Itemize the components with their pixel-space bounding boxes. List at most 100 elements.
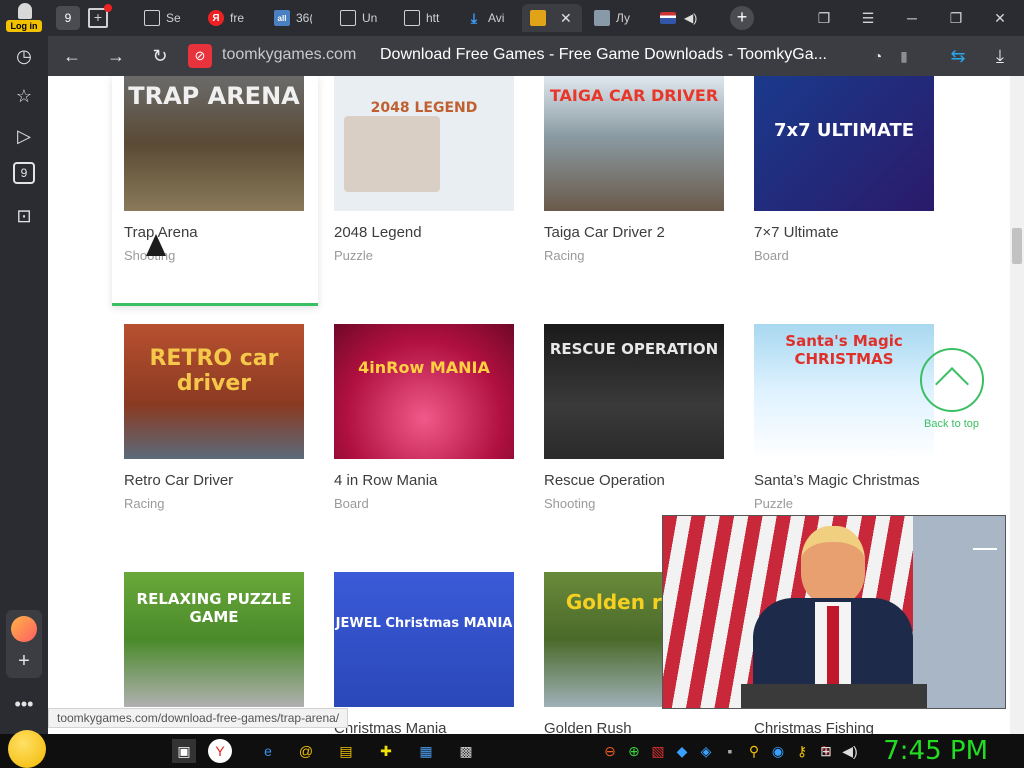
tab-counter[interactable]: 9 — [56, 6, 80, 30]
extension-icon[interactable]: ⇆ — [944, 42, 972, 70]
tab-active[interactable]: ✕ — [522, 4, 582, 32]
downloads-icon[interactable]: ⤓ — [986, 42, 1014, 70]
bookmark-icon[interactable]: ▮ — [890, 42, 918, 70]
alice-icon[interactable] — [11, 616, 37, 642]
game-icon — [530, 10, 546, 26]
game-title[interactable]: Santa’s Magic Christmas — [754, 472, 920, 489]
domain-label[interactable]: toomkygames.com — [222, 46, 356, 64]
sidebar-badge[interactable]: 9 — [13, 162, 35, 184]
tray-key-icon[interactable]: ⚷ — [790, 739, 814, 763]
game-title[interactable]: Rescue Operation — [544, 472, 665, 489]
taskbar-app-8[interactable]: ▩ — [454, 739, 478, 763]
history-icon[interactable]: ◷ — [10, 42, 38, 70]
protect-icon[interactable]: ◔ — [864, 42, 892, 70]
close-window-icon[interactable]: ✕ — [986, 4, 1014, 32]
ie-icon[interactable]: e — [256, 739, 280, 763]
close-tab-icon[interactable]: ✕ — [560, 10, 572, 27]
tray-stop-icon[interactable]: ⊖ — [598, 739, 622, 763]
speaker-figure — [753, 526, 913, 708]
restore-icon[interactable]: ❐ — [942, 4, 970, 32]
taskbar-clock[interactable]: 7:45 PM — [883, 734, 988, 768]
star-icon[interactable]: ☆ — [10, 82, 38, 110]
page-title[interactable]: Download Free Games - Free Game Download… — [380, 46, 827, 64]
audio-icon[interactable]: ◀) — [684, 11, 697, 25]
game-thumbnail[interactable]: 7x7 ULTIMATE — [754, 76, 934, 211]
tab-title: Se — [166, 11, 181, 25]
login-button[interactable]: Log in — [6, 3, 42, 33]
collections-icon[interactable]: ❐ — [810, 4, 838, 32]
game-thumbnail[interactable]: JEWEL Christmas MANIA — [334, 572, 514, 707]
tray-app-icon-3[interactable]: ◈ — [694, 739, 718, 763]
game-card[interactable]: Santa's Magic CHRISTMAS Santa’s Magic Ch… — [742, 324, 948, 524]
scrollbar-thumb[interactable] — [1012, 228, 1022, 264]
game-title[interactable]: Golden Rush — [544, 720, 632, 734]
start-smiley-icon[interactable] — [8, 730, 46, 768]
back-to-top-label[interactable]: Back to top — [924, 418, 979, 430]
game-title[interactable]: Christmas Mania — [334, 720, 447, 734]
new-tab-button[interactable]: + — [730, 6, 754, 30]
volume-icon[interactable]: ◀) — [838, 739, 862, 763]
reload-icon[interactable]: ↻ — [146, 42, 174, 70]
game-card[interactable]: TAIGA CAR DRIVER Taiga Car Driver 2 Raci… — [532, 76, 738, 306]
game-title[interactable]: 2048 Legend — [334, 224, 422, 241]
tab-title: 36( — [296, 11, 312, 25]
thumbnail-text: 7x7 ULTIMATE — [773, 120, 915, 141]
browser-sidebar: ◷ ☆ ▷ 9 ⊡ + ••• — [0, 36, 48, 734]
tray-app-icon-2[interactable]: ◆ — [670, 739, 694, 763]
yandex-browser-task-icon[interactable]: Y — [208, 739, 232, 763]
game-thumbnail[interactable]: RELAXING PUZZLE GAME — [124, 572, 304, 707]
game-thumbnail[interactable]: TAIGA CAR DRIVER — [544, 76, 724, 211]
tab-1[interactable]: Se — [144, 4, 196, 32]
forward-icon[interactable]: → — [102, 42, 130, 70]
game-card[interactable]: RESCUE OPERATION Rescue Operation Shooti… — [532, 324, 738, 524]
taskbar-app-1[interactable]: ▣ — [172, 739, 196, 763]
screenshot-icon[interactable]: ⊡ — [10, 202, 38, 230]
video-icon[interactable]: ▷ — [10, 122, 38, 150]
game-card[interactable]: RETRO car driver Retro Car Driver Racing — [112, 324, 318, 524]
add-app-icon[interactable]: + — [11, 648, 37, 674]
more-icon[interactable]: ••• — [10, 690, 38, 718]
network-icon[interactable]: ⊞ — [814, 739, 838, 763]
game-card[interactable]: 4inRow MANIA 4 in Row Mania Board — [322, 324, 528, 524]
back-to-top-button[interactable] — [920, 348, 984, 412]
security-warning-icon[interactable]: ⊘ — [188, 44, 212, 68]
game-title[interactable]: 4 in Row Mania — [334, 472, 437, 489]
tray-add-icon[interactable]: ⊕ — [622, 739, 646, 763]
tab-6[interactable]: ⤓ Avi — [466, 4, 518, 32]
tab-8[interactable]: Лу — [594, 4, 646, 32]
tray-app-icon-4[interactable]: ▪ — [718, 739, 742, 763]
game-category: Shooting — [544, 496, 596, 511]
taskbar-app-5[interactable]: ▤ — [334, 739, 358, 763]
game-thumbnail[interactable]: TRAP ARENA — [124, 76, 304, 211]
tab-4[interactable]: Un — [340, 4, 392, 32]
taskbar-app-7[interactable]: ▦ — [414, 739, 438, 763]
game-thumbnail[interactable]: 4inRow MANIA — [334, 324, 514, 459]
game-thumbnail[interactable]: RETRO car driver — [124, 324, 304, 459]
game-card[interactable]: 2048 LEGEND 2048 Legend Puzzle — [322, 76, 528, 306]
tray-app-icon-5[interactable]: ⚲ — [742, 739, 766, 763]
minimize-icon[interactable]: ─ — [898, 4, 926, 32]
game-thumbnail[interactable]: Santa's Magic CHRISTMAS — [754, 324, 934, 459]
tab-5[interactable]: htt — [404, 4, 456, 32]
game-card[interactable]: 7x7 ULTIMATE 7×7 Ultimate Board — [742, 76, 948, 306]
game-title[interactable]: 7×7 Ultimate — [754, 224, 839, 241]
page-scrollbar[interactable] — [1010, 76, 1024, 734]
taskbar-app-6[interactable]: ✚ — [374, 739, 398, 763]
game-title[interactable]: Taiga Car Driver 2 — [544, 224, 665, 241]
game-title[interactable]: Retro Car Driver — [124, 472, 233, 489]
back-icon[interactable]: ← — [58, 42, 86, 70]
tray-app-icon-6[interactable]: ◉ — [766, 739, 790, 763]
tray-app-icon[interactable]: ▧ — [646, 739, 670, 763]
menu-icon[interactable]: ☰ — [854, 4, 882, 32]
game-card[interactable]: TRAP ARENA Trap Arena Shooting — [112, 76, 318, 306]
taskbar-app-4[interactable]: @ — [294, 739, 318, 763]
game-card[interactable]: JEWEL Christmas MANIA Christmas Mania — [322, 572, 528, 734]
tab-3[interactable]: all 36( — [274, 4, 326, 32]
tab-2[interactable]: Яfre — [208, 4, 260, 32]
tab-9[interactable]: ◀) — [660, 4, 710, 32]
game-title[interactable]: Christmas Fishing — [754, 720, 874, 734]
game-thumbnail[interactable]: 2048 LEGEND — [334, 76, 514, 211]
game-thumbnail[interactable]: RESCUE OPERATION — [544, 324, 724, 459]
login-label: Log in — [6, 20, 42, 32]
video-player[interactable] — [662, 515, 1006, 709]
